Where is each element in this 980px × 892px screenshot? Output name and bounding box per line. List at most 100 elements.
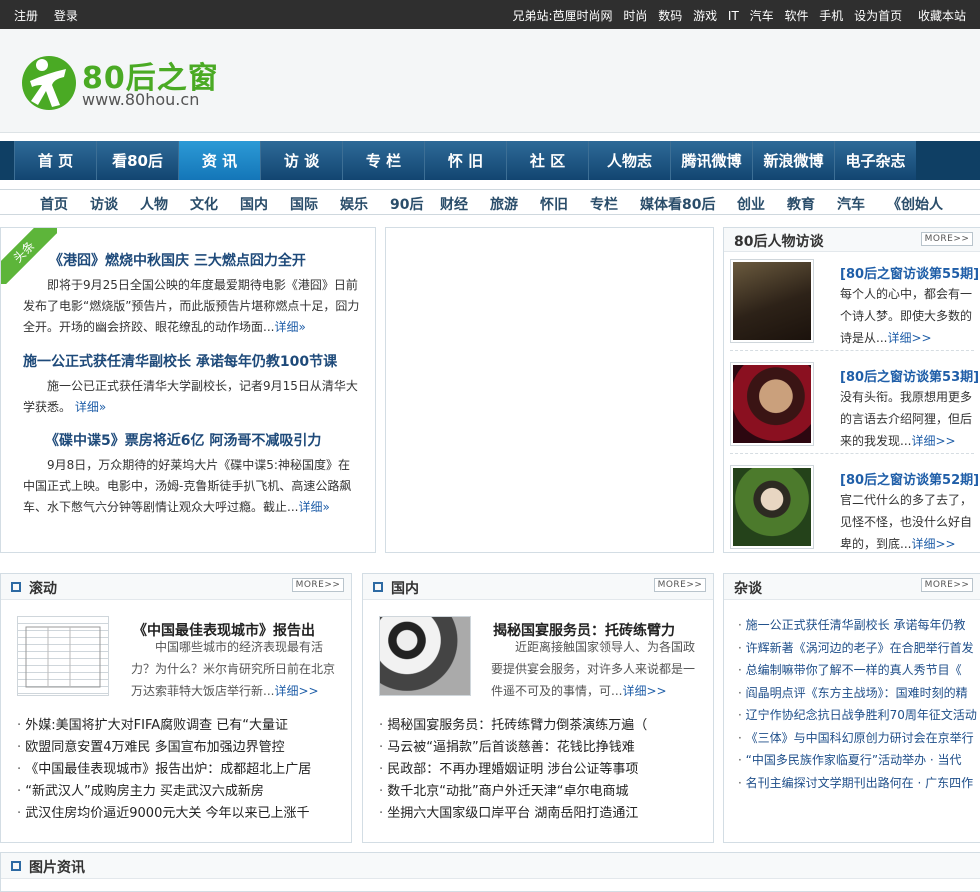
headline-title[interactable]: 《港囧》燃烧中秋国庆 三大燃点囧力全开	[49, 250, 306, 270]
headline-more-link[interactable]: 详细»	[75, 400, 106, 414]
list-item[interactable]: 揭秘国宴服务员：托砖练臂力倒茶演练万遍（	[379, 715, 699, 737]
nav-item-home[interactable]: 首 页	[14, 141, 96, 180]
list-item[interactable]: 欧盟同意安置4万难民 多国宣布加强边界管控	[17, 737, 342, 759]
subnav-item[interactable]: 国内	[240, 194, 268, 214]
nav-item-column[interactable]: 专 栏	[342, 141, 424, 180]
report-table-thumbnail[interactable]	[17, 616, 109, 696]
banquet-photo-thumbnail[interactable]	[379, 616, 471, 696]
subnav-item[interactable]: 90后	[390, 194, 423, 214]
bookmark-link[interactable]: 收藏本站	[918, 9, 966, 23]
subnav-item[interactable]: 人物	[140, 194, 168, 214]
subnav-item[interactable]: 财经	[440, 194, 468, 214]
table-icon	[25, 626, 101, 688]
subnav-item[interactable]: 旅游	[490, 194, 518, 214]
domestic-feature-more-link[interactable]: 详细>>	[622, 684, 666, 698]
interview-title[interactable]: [80后之窗访谈第55期]	[840, 263, 979, 282]
nav-item-news[interactable]: 资 讯	[178, 141, 260, 180]
brother-link[interactable]: 游戏	[693, 9, 717, 23]
list-item[interactable]: 民政部：不再办理婚姻证明 涉台公证等事项	[379, 759, 699, 781]
subnav-item[interactable]: 《创始人	[887, 194, 943, 214]
subnav-item[interactable]: 娱乐	[340, 194, 368, 214]
headline-title[interactable]: 《碟中谍5》票房将近6亿 阿汤哥不减吸引力	[45, 430, 321, 450]
subnav-item[interactable]: 怀旧	[540, 194, 568, 214]
list-item[interactable]: 《中国最佳表现城市》报告出炉：成都超北上广居	[17, 759, 342, 781]
interview-item[interactable]: [80后之窗访谈第55期] 每个人的心中，都会有一个诗人梦。即使大多数的诗是从.…	[730, 259, 979, 351]
rolling-feature-more-link[interactable]: 详细>>	[274, 684, 318, 698]
nav-item-emagazine[interactable]: 电子杂志	[834, 141, 916, 180]
register-link[interactable]: 注册	[14, 9, 38, 23]
interview-thumbnail[interactable]	[730, 259, 814, 343]
misc-title: 杂谈	[734, 581, 762, 597]
brother-link[interactable]: IT	[728, 9, 739, 23]
sub-nav: 首页 访谈 人物 文化 国内 国际 娱乐 90后 财经 旅游 怀旧 专栏 媒体看…	[0, 189, 980, 215]
subnav-item[interactable]: 首页	[40, 194, 68, 214]
rolling-header: 滚动 MORE>>	[1, 574, 351, 600]
subnav-item[interactable]: 汽车	[837, 194, 865, 214]
interview-title[interactable]: [80后之窗访谈第53期]	[840, 366, 979, 385]
interviews-more-button[interactable]: MORE>>	[921, 232, 973, 246]
nav-item-kan80[interactable]: 看80后	[96, 141, 178, 180]
site-header: 80后之窗 www.80hou.cn	[0, 29, 980, 133]
brother-link[interactable]: 汽车	[750, 9, 774, 23]
rolling-news-box: 滚动 MORE>> 《中国最佳表现城市》报告出 中国哪些城市的经济表现最有活力？…	[0, 573, 352, 843]
nav-item-tencent-weibo[interactable]: 腾讯微博	[670, 141, 752, 180]
nav-item-interview[interactable]: 访 谈	[260, 141, 342, 180]
nav-item-nostalgia[interactable]: 怀 旧	[424, 141, 506, 180]
list-item[interactable]: 马云被“逼捐款”后首谈慈善：花钱比挣钱难	[379, 737, 699, 759]
nav-item-community[interactable]: 社 区	[506, 141, 588, 180]
headline-more-link[interactable]: 详细»	[298, 500, 329, 514]
list-item[interactable]: 外媒:美国将扩大对FIFA腐败调查 已有“大量证	[17, 715, 342, 737]
list-item[interactable]: “中国多民族作家临夏行”活动举办 · 当代	[738, 749, 980, 772]
list-item[interactable]: “新武汉人”成购房主力 买走武汉六成新房	[17, 781, 342, 803]
list-item[interactable]: 名刊主编探讨文学期刊出路何在 · 广东四作	[738, 772, 980, 795]
list-item[interactable]: 数千北京“动批”商户外迁天津“卓尔电商城	[379, 781, 699, 803]
list-item[interactable]: 坐拥六大国家级口岸平台 湖南岳阳打造通江	[379, 803, 699, 825]
interview-more-link[interactable]: 详细>>	[911, 434, 955, 448]
interview-more-link[interactable]: 详细>>	[911, 537, 955, 551]
headline-desc: 即将于9月25日全国公映的年度最爱期待电影《港囧》日前发布了电影“燃烧版”预告片…	[23, 278, 360, 334]
login-link[interactable]: 登录	[54, 9, 78, 23]
list-item[interactable]: 《三体》与中国科幻原创力研讨会在京举行	[738, 727, 980, 750]
misc-more-button[interactable]: MORE>>	[921, 578, 973, 592]
list-item[interactable]: 总编制嘛带你了解不一样的真人秀节目《	[738, 659, 980, 682]
brother-link[interactable]: 时尚	[623, 9, 647, 23]
misc-header: 杂谈 MORE>>	[724, 574, 980, 600]
rolling-more-button[interactable]: MORE>>	[292, 578, 344, 592]
brother-link[interactable]: 软件	[784, 9, 808, 23]
interview-item[interactable]: [80后之窗访谈第53期] 没有头衔。我原想用更多的言语去介绍阿狸，但后来的我发…	[730, 362, 979, 454]
list-item[interactable]: 武汉住房均价逼近9000元大关 今年以来已上涨千	[17, 803, 342, 825]
misc-news-box: 杂谈 MORE>> 施一公正式获任清华副校长 承诺每年仍教 许辉新著《涡河边的老…	[723, 573, 980, 843]
list-item[interactable]: 施一公正式获任清华副校长 承诺每年仍教	[738, 614, 980, 637]
headline-more-link[interactable]: 详细»	[274, 320, 305, 334]
site-logo[interactable]: 80后之窗 www.80hou.cn	[20, 51, 240, 115]
brother-link[interactable]: 手机	[819, 9, 843, 23]
brother-sites-label: 兄弟站:	[512, 9, 553, 23]
domestic-more-button[interactable]: MORE>>	[654, 578, 706, 592]
subnav-item[interactable]: 教育	[787, 194, 815, 214]
headline-desc: 9月8日，万众期待的好莱坞大片《碟中谍5:神秘国度》在中国正式上映。电影中，汤姆…	[23, 458, 352, 514]
brother-link[interactable]: 数码	[658, 9, 682, 23]
set-home-link[interactable]: 设为首页	[854, 9, 902, 23]
subnav-item[interactable]: 媒体看80后	[640, 194, 715, 214]
list-item[interactable]: 许辉新著《涡河边的老子》在合肥举行首发	[738, 637, 980, 660]
interview-thumbnail[interactable]	[730, 362, 814, 446]
interview-thumbnail[interactable]	[730, 465, 814, 549]
subnav-item[interactable]: 访谈	[90, 194, 118, 214]
subnav-item[interactable]: 国际	[290, 194, 318, 214]
list-item[interactable]: 阎晶明点评《东方主战场》：国难时刻的精	[738, 682, 980, 705]
interview-more-link[interactable]: 详细>>	[887, 331, 931, 345]
interview-desc: 每个人的心中，都会有一个诗人梦。即使大多数的诗是从...详细>>	[840, 287, 973, 345]
rolling-title: 滚动	[29, 581, 57, 597]
headline-title[interactable]: 施一公正式获任清华副校长 承诺每年仍教100节课	[23, 351, 337, 371]
subnav-item[interactable]: 专栏	[590, 194, 618, 214]
nav-item-people[interactable]: 人物志	[588, 141, 670, 180]
domestic-header: 国内 MORE>>	[363, 574, 713, 600]
top-bar: 注册 登录 兄弟站:芭厘时尚网 时尚 数码 游戏 IT 汽车 软件 手机 设为首…	[0, 0, 980, 29]
interview-title[interactable]: [80后之窗访谈第52期]	[840, 469, 979, 488]
subnav-item[interactable]: 文化	[190, 194, 218, 214]
list-item[interactable]: 辽宁作协纪念抗日战争胜利70周年征文活动	[738, 704, 980, 727]
interview-item[interactable]: [80后之窗访谈第52期] 官二代什么的多了去了，见怪不怪，也没什么好自卑的，到…	[730, 465, 979, 557]
nav-item-sina-weibo[interactable]: 新浪微博	[752, 141, 834, 180]
brother-link[interactable]: 芭厘时尚网	[553, 9, 613, 23]
subnav-item[interactable]: 创业	[737, 194, 765, 214]
